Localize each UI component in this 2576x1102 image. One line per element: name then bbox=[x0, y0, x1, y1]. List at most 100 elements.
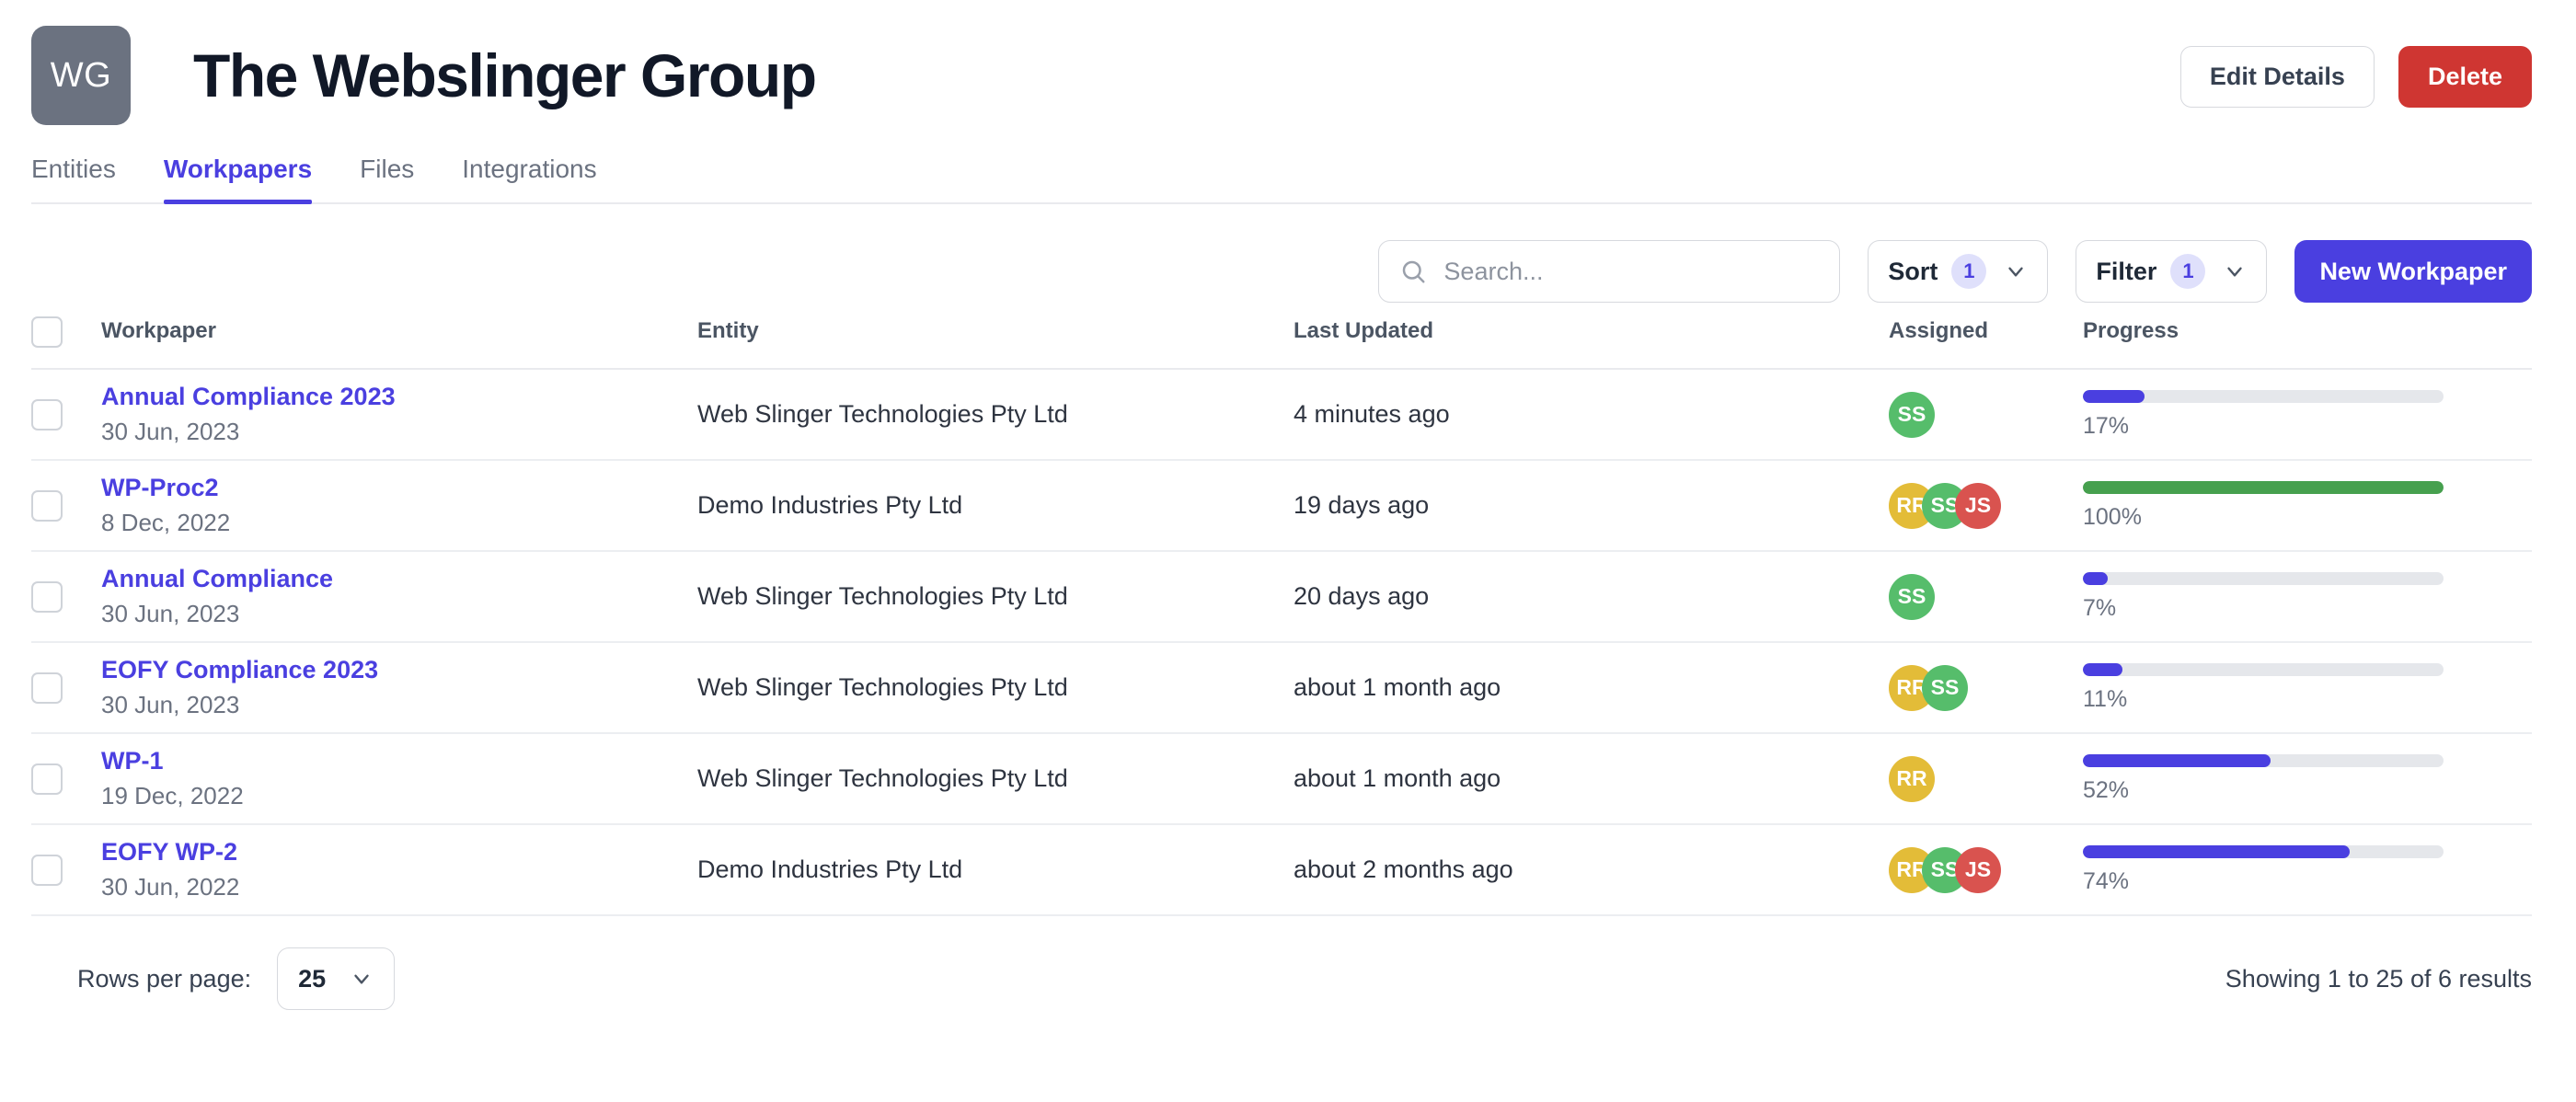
workpaper-link[interactable]: WP-1 bbox=[101, 747, 697, 776]
row-checkbox[interactable] bbox=[31, 489, 63, 522]
filter-label: Filter bbox=[2096, 257, 2157, 285]
entity-name: Web Slinger Technologies Pty Ltd bbox=[697, 582, 1068, 610]
sort-button[interactable]: Sort 1 bbox=[1868, 240, 2049, 303]
workpaper-cell: Annual Compliance 30 Jun, 2023 bbox=[101, 565, 697, 629]
workpaper-date: 30 Jun, 2023 bbox=[101, 600, 240, 628]
rows-per-page-value: 25 bbox=[298, 964, 327, 993]
tab-workpapers[interactable]: Workpapers bbox=[163, 155, 313, 204]
sort-label: Sort bbox=[1888, 257, 1938, 285]
row-checkbox[interactable] bbox=[31, 672, 63, 704]
progress-wrap: 17% bbox=[2083, 389, 2444, 440]
last-updated-value: 20 days ago bbox=[1294, 582, 1430, 610]
search-icon bbox=[1403, 260, 1425, 283]
progress-track bbox=[2083, 844, 2444, 858]
entity-name: Demo Industries Pty Ltd bbox=[697, 855, 963, 883]
workpaper-link[interactable]: EOFY WP-2 bbox=[101, 838, 697, 867]
org-avatar: WG bbox=[31, 26, 131, 125]
page-title: The Webslinger Group bbox=[193, 41, 817, 109]
last-updated-cell: 19 days ago bbox=[1294, 491, 1889, 520]
chevron-down-icon bbox=[2008, 267, 2024, 277]
progress-cell: 7% bbox=[2083, 571, 2532, 622]
workpaper-cell: WP-Proc2 8 Dec, 2022 bbox=[101, 474, 697, 538]
progress-cell: 17% bbox=[2083, 389, 2532, 440]
column-header-workpaper: Workpaper bbox=[101, 318, 216, 343]
entity-cell: Web Slinger Technologies Pty Ltd bbox=[697, 764, 1294, 793]
entity-cell: Web Slinger Technologies Pty Ltd bbox=[697, 673, 1294, 702]
column-header-entity: Entity bbox=[697, 318, 759, 343]
workpaper-cell: WP-1 19 Dec, 2022 bbox=[101, 747, 697, 811]
entity-name: Web Slinger Technologies Pty Ltd bbox=[697, 764, 1068, 792]
progress-wrap: 11% bbox=[2083, 662, 2444, 713]
column-header-progress: Progress bbox=[2083, 318, 2179, 343]
search-input[interactable] bbox=[1443, 257, 1820, 286]
row-checkbox[interactable] bbox=[31, 398, 63, 430]
avatar[interactable]: RR bbox=[1889, 755, 1935, 802]
avatar[interactable]: SS bbox=[1889, 391, 1935, 438]
avatar-group: SS bbox=[1889, 573, 2083, 620]
avatar-group: SS bbox=[1889, 391, 2083, 438]
sort-count-badge: 1 bbox=[1951, 254, 1987, 289]
entity-cell: Demo Industries Pty Ltd bbox=[697, 855, 1294, 884]
progress-label: 7% bbox=[2083, 594, 2117, 621]
avatar-group: RR SS JS bbox=[1889, 846, 2083, 893]
workpaper-link[interactable]: Annual Compliance 2023 bbox=[101, 383, 697, 412]
assigned-cell: RR SS JS bbox=[1889, 846, 2083, 893]
workpaper-link[interactable]: EOFY Compliance 2023 bbox=[101, 656, 697, 685]
workpaper-link[interactable]: Annual Compliance bbox=[101, 565, 697, 594]
last-updated-cell: about 2 months ago bbox=[1294, 855, 1889, 884]
filter-button[interactable]: Filter 1 bbox=[2076, 240, 2268, 303]
row-checkbox[interactable] bbox=[31, 763, 63, 795]
tab-files[interactable]: Files bbox=[360, 155, 414, 202]
tab-entities[interactable]: Entities bbox=[31, 155, 116, 202]
edit-details-button[interactable]: Edit Details bbox=[2179, 46, 2375, 108]
tab-integrations[interactable]: Integrations bbox=[462, 155, 596, 202]
last-updated-cell: about 1 month ago bbox=[1294, 764, 1889, 793]
entity-name: Web Slinger Technologies Pty Ltd bbox=[697, 673, 1068, 701]
results-summary: Showing 1 to 25 of 6 results bbox=[2225, 964, 2532, 993]
tabs-section: Entities Workpapers Files Integrations bbox=[0, 147, 2576, 204]
rows-per-page-label: Rows per page: bbox=[77, 964, 252, 993]
workpaper-date: 30 Jun, 2023 bbox=[101, 418, 240, 446]
workpapers-page: WG The Webslinger Group Edit Details Del… bbox=[0, 0, 2576, 1102]
workpaper-link[interactable]: WP-Proc2 bbox=[101, 474, 697, 503]
search-box[interactable] bbox=[1378, 240, 1841, 303]
last-updated-value: about 2 months ago bbox=[1294, 855, 1513, 883]
progress-cell: 11% bbox=[2083, 662, 2532, 713]
avatar[interactable]: SS bbox=[1889, 573, 1935, 620]
delete-button[interactable]: Delete bbox=[2398, 46, 2532, 108]
table-row[interactable]: WP-1 19 Dec, 2022 Web Slinger Technologi… bbox=[31, 734, 2532, 825]
avatar-group: RR bbox=[1889, 755, 2083, 802]
last-updated-value: about 1 month ago bbox=[1294, 673, 1501, 701]
new-workpaper-button[interactable]: New Workpaper bbox=[2294, 240, 2532, 303]
table-row[interactable]: WP-Proc2 8 Dec, 2022 Demo Industries Pty… bbox=[31, 461, 2532, 552]
progress-track bbox=[2083, 662, 2444, 676]
avatar-group: RR SS bbox=[1889, 664, 2083, 711]
row-checkbox[interactable] bbox=[31, 580, 63, 613]
assigned-cell: RR SS bbox=[1889, 664, 2083, 711]
progress-wrap: 7% bbox=[2083, 571, 2444, 622]
progress-fill bbox=[2083, 480, 2444, 494]
avatar-group: RR SS JS bbox=[1889, 482, 2083, 529]
tab-bar: Entities Workpapers Files Integrations bbox=[31, 147, 2532, 204]
avatar[interactable]: SS bbox=[1922, 664, 1968, 711]
avatar[interactable]: JS bbox=[1955, 482, 2001, 529]
progress-cell: 100% bbox=[2083, 480, 2532, 531]
table-row[interactable]: EOFY Compliance 2023 30 Jun, 2023 Web Sl… bbox=[31, 643, 2532, 734]
select-all-checkbox[interactable] bbox=[31, 316, 63, 348]
progress-fill bbox=[2083, 571, 2109, 585]
avatar[interactable]: JS bbox=[1955, 846, 2001, 893]
column-header-assigned: Assigned bbox=[1889, 318, 1989, 343]
progress-cell: 74% bbox=[2083, 844, 2532, 895]
progress-fill bbox=[2083, 844, 2351, 858]
table-row[interactable]: EOFY WP-2 30 Jun, 2022 Demo Industries P… bbox=[31, 825, 2532, 916]
row-select-cell bbox=[31, 489, 101, 522]
progress-track bbox=[2083, 753, 2444, 767]
rows-per-page-select[interactable]: 25 bbox=[277, 947, 396, 1010]
entity-name: Demo Industries Pty Ltd bbox=[697, 491, 963, 519]
progress-label: 17% bbox=[2083, 412, 2130, 439]
table-row[interactable]: Annual Compliance 2023 30 Jun, 2023 Web … bbox=[31, 370, 2532, 461]
table-row[interactable]: Annual Compliance 30 Jun, 2023 Web Sling… bbox=[31, 552, 2532, 643]
progress-label: 52% bbox=[2083, 776, 2130, 803]
row-checkbox[interactable] bbox=[31, 854, 63, 886]
entity-name: Web Slinger Technologies Pty Ltd bbox=[697, 400, 1068, 428]
